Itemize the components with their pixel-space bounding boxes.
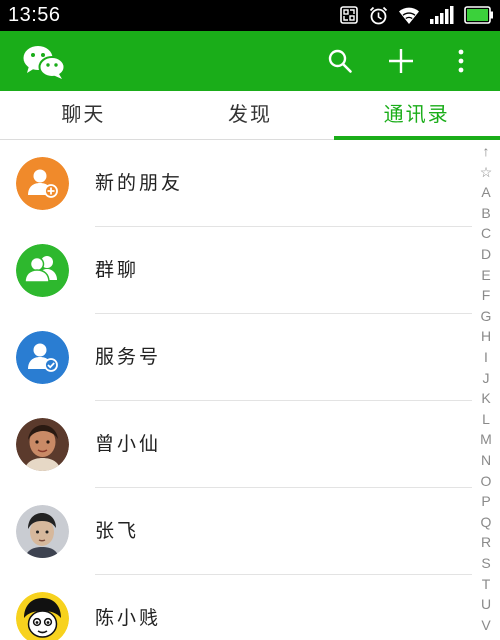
contact-name: 新的朋友: [95, 172, 184, 194]
index-letter[interactable]: A: [472, 183, 500, 201]
contact-name: 曾小仙: [95, 433, 162, 455]
index-letter[interactable]: J: [472, 369, 500, 387]
index-letter[interactable]: F: [472, 286, 500, 304]
more-icon[interactable]: [443, 43, 479, 79]
contact-name: 群聊: [95, 259, 140, 281]
group-chat-icon: [16, 244, 69, 297]
search-icon[interactable]: [322, 43, 358, 79]
contact-avatar: [16, 418, 69, 471]
index-letter[interactable]: Q: [472, 513, 500, 531]
index-letter[interactable]: K: [472, 389, 500, 407]
contact-list: 新的朋友 群聊 服务号 曾小仙 张飞 陈小贱: [0, 140, 472, 640]
list-item-contact[interactable]: 陈小贱: [0, 575, 472, 640]
status-bar: 13:56: [0, 0, 500, 31]
contact-name: 服务号: [95, 346, 162, 368]
alphabet-index[interactable]: ↑ ☆ A B C D E F G H I J K L M N O P Q R …: [472, 142, 500, 640]
index-letter[interactable]: G: [472, 307, 500, 325]
official-account-icon: [16, 331, 69, 384]
tab-bar: 聊天 发现 通讯录: [0, 91, 500, 140]
index-letter[interactable]: O: [472, 472, 500, 490]
index-letter[interactable]: B: [472, 204, 500, 222]
index-letter[interactable]: D: [472, 245, 500, 263]
tab-chats[interactable]: 聊天: [0, 91, 167, 139]
wechat-logo-icon: [22, 44, 66, 80]
nfc-icon: [339, 5, 359, 25]
index-letter[interactable]: H: [472, 327, 500, 345]
list-item-contact[interactable]: 张飞: [0, 488, 472, 575]
app-bar: [0, 31, 500, 91]
index-letter[interactable]: N: [472, 451, 500, 469]
index-letter[interactable]: V: [472, 616, 500, 634]
index-letter[interactable]: U: [472, 595, 500, 613]
contact-avatar: [16, 505, 69, 558]
status-icons: [339, 4, 494, 26]
alarm-icon: [368, 5, 389, 26]
add-icon[interactable]: [383, 43, 419, 79]
index-letter[interactable]: C: [472, 224, 500, 242]
index-letter[interactable]: T: [472, 575, 500, 593]
battery-icon: [464, 6, 494, 24]
index-letter[interactable]: R: [472, 533, 500, 551]
contact-name: 张飞: [95, 520, 140, 542]
index-up-arrow-icon[interactable]: ↑: [472, 142, 500, 160]
contact-name: 陈小贱: [95, 607, 162, 629]
index-letter[interactable]: S: [472, 554, 500, 572]
index-star-icon[interactable]: ☆: [472, 163, 500, 181]
list-item-new-friends[interactable]: 新的朋友: [0, 140, 472, 227]
index-letter[interactable]: E: [472, 266, 500, 284]
index-letter[interactable]: L: [472, 410, 500, 428]
list-item-official-accounts[interactable]: 服务号: [0, 314, 472, 401]
list-item-group-chats[interactable]: 群聊: [0, 227, 472, 314]
status-time: 13:56: [8, 4, 61, 26]
tab-contacts[interactable]: 通讯录: [333, 91, 500, 139]
index-letter[interactable]: I: [472, 348, 500, 366]
tab-discover[interactable]: 发现: [167, 91, 334, 139]
contact-avatar: [16, 592, 69, 640]
signal-icon: [429, 5, 455, 25]
index-letter[interactable]: P: [472, 492, 500, 510]
index-letter[interactable]: M: [472, 430, 500, 448]
wifi-icon: [398, 5, 420, 25]
new-friend-icon: [16, 157, 69, 210]
list-item-contact[interactable]: 曾小仙: [0, 401, 472, 488]
